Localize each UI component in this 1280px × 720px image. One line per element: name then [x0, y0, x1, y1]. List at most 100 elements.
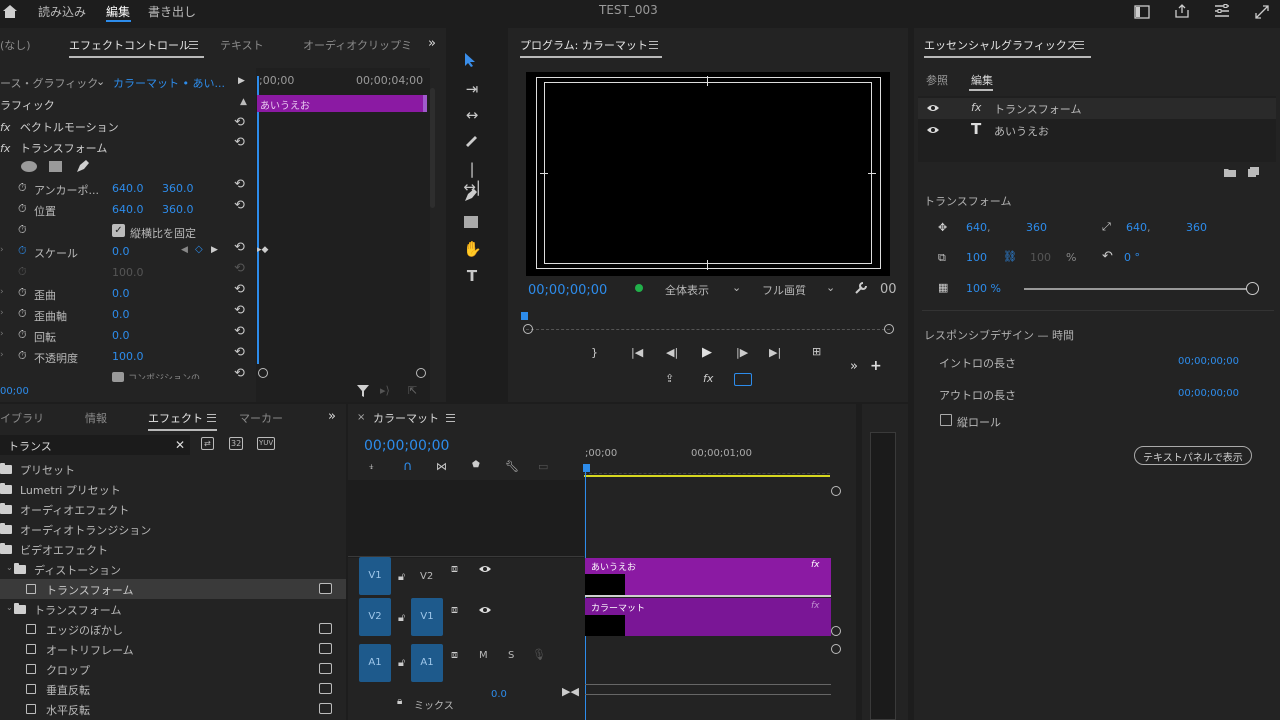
- reset-icon[interactable]: ⟲: [234, 135, 245, 150]
- add-keyframe-icon[interactable]: ◇: [195, 244, 203, 255]
- safe-margins-icon[interactable]: [734, 373, 752, 386]
- stopwatch-icon[interactable]: ⏱: [18, 223, 27, 237]
- workspace-tab-export[interactable]: 書き出し: [148, 3, 196, 20]
- skew-axis-value[interactable]: 0.0: [112, 308, 130, 321]
- expand-triangle-icon[interactable]: ›: [0, 329, 4, 339]
- essential-graphics-title[interactable]: エッセンシャルグラフィックス: [924, 37, 1092, 58]
- panel-menu-icon[interactable]: [189, 41, 198, 49]
- effects-tree-item[interactable]: クロップ: [0, 659, 346, 679]
- stopwatch-icon[interactable]: ⏱: [18, 286, 27, 300]
- position-x[interactable]: 640: [966, 221, 987, 234]
- selection-tool-icon[interactable]: [463, 52, 481, 68]
- ellipse-mask-icon[interactable]: [20, 160, 38, 173]
- expand-triangle-icon[interactable]: ›: [0, 287, 4, 297]
- roll-checkbox[interactable]: [940, 414, 952, 426]
- clear-search-icon[interactable]: ✕: [175, 438, 185, 452]
- expand-triangle-icon[interactable]: ⌄: [6, 563, 13, 572]
- anchor-y[interactable]: 360.0: [162, 182, 194, 195]
- snap-icon[interactable]: ∩: [403, 459, 413, 474]
- timeline-timecode[interactable]: 00;00;00;00: [364, 438, 449, 454]
- stopwatch-icon[interactable]: ⏱: [18, 349, 27, 363]
- playhead-handle[interactable]: [583, 464, 590, 472]
- reset-icon[interactable]: ⟲: [234, 345, 245, 360]
- wrench-icon[interactable]: [854, 281, 868, 295]
- close-sequence-icon[interactable]: ×: [357, 412, 365, 423]
- clip-selector[interactable]: カラーマット • あい...: [113, 75, 225, 91]
- clip-color-matte[interactable]: カラーマット fx: [585, 598, 831, 636]
- source-a1-toggle[interactable]: A1: [359, 644, 391, 682]
- program-title[interactable]: プログラム: カラーマット: [520, 37, 662, 58]
- chevron-down-icon[interactable]: ⌄: [732, 281, 741, 294]
- source-v1-toggle[interactable]: V1: [359, 557, 391, 595]
- expand-triangle-icon[interactable]: ›: [0, 245, 4, 255]
- scrub-ruler[interactable]: [526, 320, 890, 330]
- clip-text[interactable]: あいうえお fx: [585, 558, 831, 595]
- track-target-a1[interactable]: A1: [411, 644, 443, 682]
- eye-icon[interactable]: [478, 605, 492, 615]
- pen-mask-icon[interactable]: [75, 159, 91, 174]
- transform-row[interactable]: fx トランスフォーム: [0, 140, 107, 160]
- scale-value[interactable]: 0.0: [112, 245, 130, 258]
- source-v2-toggle[interactable]: V2: [359, 598, 391, 636]
- export-frame-icon[interactable]: ⇪: [665, 372, 674, 385]
- effects-search-box[interactable]: トランス ✕: [0, 435, 190, 455]
- tab-info[interactable]: 情報: [85, 410, 107, 426]
- scale-value[interactable]: 100: [966, 251, 987, 264]
- linked-selection-icon[interactable]: ⋈: [436, 460, 447, 473]
- more-tabs-icon[interactable]: »: [328, 409, 336, 424]
- tab-markers[interactable]: マーカー: [239, 410, 283, 426]
- panel-menu-icon[interactable]: [446, 414, 455, 422]
- new-group-icon[interactable]: [1224, 167, 1236, 177]
- pen-tool-icon[interactable]: [463, 187, 481, 203]
- layer-text[interactable]: あいうえお: [994, 123, 1049, 139]
- effects-tree-item[interactable]: ⌄ ディストーション: [0, 559, 346, 579]
- track-select-tool-icon[interactable]: ⇥: [463, 80, 481, 98]
- expand-triangle-icon[interactable]: ›: [0, 350, 4, 360]
- anchor-x[interactable]: 640.0: [112, 182, 144, 195]
- reset-icon[interactable]: ⟲: [234, 282, 245, 297]
- play-triangle-icon[interactable]: ▶: [238, 76, 245, 86]
- rotation-value[interactable]: 0 °: [1124, 251, 1140, 264]
- tab-libraries[interactable]: イブラリ: [0, 410, 44, 426]
- tab-edit[interactable]: 編集: [971, 72, 993, 88]
- current-timecode[interactable]: 00;00: [0, 386, 29, 397]
- scroll-end-handle[interactable]: [416, 368, 426, 378]
- stopwatch-active-icon[interactable]: ⏱: [18, 244, 27, 258]
- chevron-down-icon[interactable]: ⌄: [826, 281, 835, 294]
- reset-icon[interactable]: ⟲: [234, 303, 245, 318]
- settings-list-icon[interactable]: [1214, 4, 1230, 18]
- workspace-tab-import[interactable]: 読み込み: [38, 3, 86, 20]
- expand-triangle-icon[interactable]: ⌄: [6, 603, 13, 612]
- tab-none[interactable]: (なし): [0, 37, 31, 53]
- stopwatch-icon[interactable]: ⏱: [18, 307, 27, 321]
- add-button-icon[interactable]: +: [870, 358, 882, 374]
- panel-menu-icon[interactable]: [207, 414, 216, 422]
- zoom-handle-start[interactable]: [523, 324, 533, 334]
- reset-icon[interactable]: ⟲: [234, 240, 245, 255]
- effects-tree-item[interactable]: ⌄ トランスフォーム: [0, 599, 346, 619]
- zoom-select[interactable]: 全体表示: [665, 282, 709, 298]
- home-icon[interactable]: [2, 3, 18, 19]
- rectangle-mask-icon[interactable]: [48, 160, 64, 173]
- mark-out-icon[interactable]: }: [591, 346, 598, 359]
- link-icon[interactable]: ⛓: [1003, 250, 1017, 263]
- hand-tool-icon[interactable]: ✋: [463, 240, 482, 258]
- fx-icon[interactable]: fx: [0, 121, 10, 134]
- next-keyframe-icon[interactable]: ▶: [211, 245, 218, 255]
- sync-lock-icon[interactable]: ⧈: [451, 603, 458, 617]
- zoom-handle-end[interactable]: [884, 324, 894, 334]
- scrollbar[interactable]: [430, 88, 435, 208]
- effects-tree-item[interactable]: トランスフォーム: [0, 579, 346, 599]
- tab-browse[interactable]: 参照: [926, 72, 948, 88]
- eye-icon[interactable]: [478, 564, 492, 574]
- show-in-text-panel-button[interactable]: テキストパネルで表示: [1134, 446, 1252, 465]
- uniform-scale-checkbox[interactable]: ✓: [112, 224, 125, 237]
- step-back-icon[interactable]: ◀|: [666, 346, 678, 359]
- play-icon[interactable]: ▶: [702, 345, 712, 360]
- 32-bit-icon[interactable]: 32: [229, 437, 244, 450]
- go-to-out-icon[interactable]: ▶|: [769, 346, 781, 359]
- effects-tree-item[interactable]: プリセット: [0, 459, 346, 479]
- fx-toggle-icon[interactable]: fx: [703, 372, 713, 385]
- playhead[interactable]: [521, 312, 528, 320]
- accelerated-effects-icon[interactable]: ⇄: [201, 437, 214, 450]
